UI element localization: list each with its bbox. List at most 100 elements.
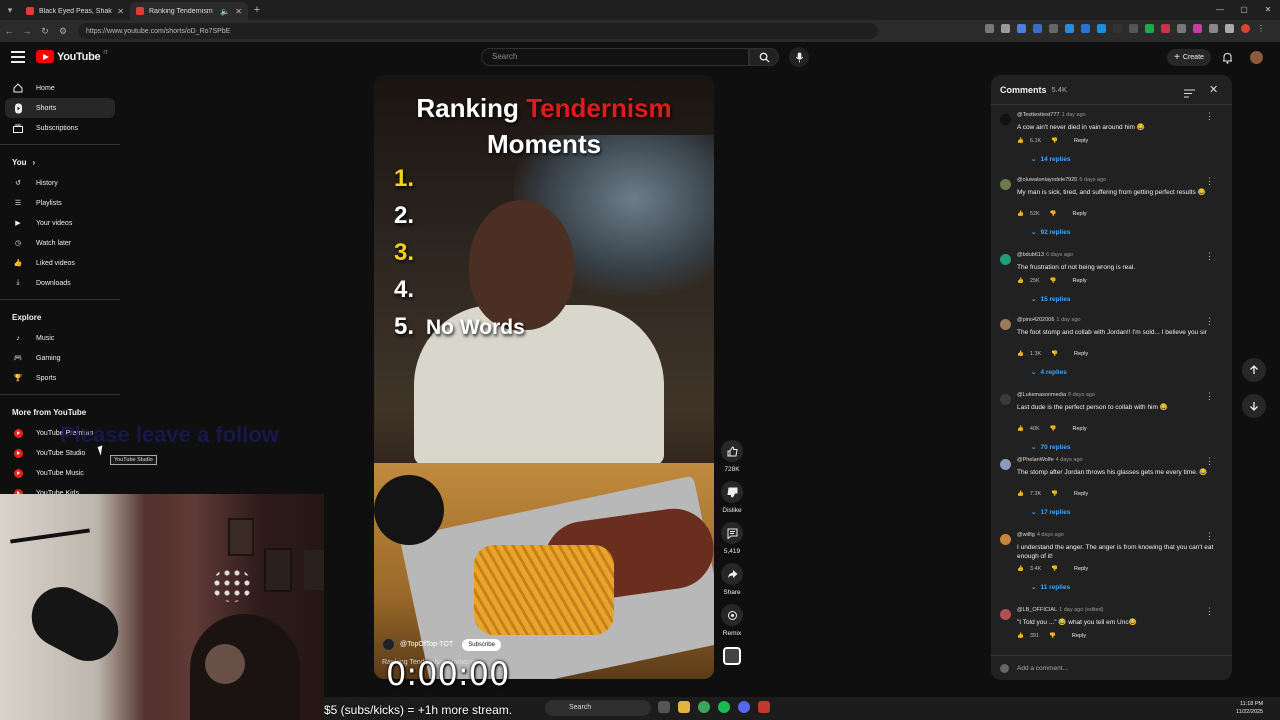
commenter-avatar[interactable] [1000, 534, 1011, 545]
comment-reply-button[interactable]: Reply [1074, 351, 1088, 357]
account-avatar[interactable] [1250, 51, 1263, 64]
sidebar-item-music[interactable]: ♪ Music [0, 328, 120, 348]
extension-icon[interactable] [1017, 24, 1026, 33]
youtube-logo[interactable]: YouTube IT [36, 50, 108, 63]
comment-replies-toggle[interactable]: ⌄ 17 replies [1031, 508, 1070, 516]
voice-search-button[interactable] [789, 47, 809, 67]
channel-avatar[interactable] [382, 638, 395, 651]
extension-icon[interactable] [1065, 24, 1074, 33]
create-button[interactable]: + Create [1167, 49, 1211, 66]
comment-dislike-icon[interactable]: 👎 [1049, 633, 1056, 639]
comment-like-icon[interactable]: 👍 [1017, 426, 1024, 432]
comment-replies-toggle[interactable]: ⌄ 70 replies [1031, 443, 1070, 451]
comment-author[interactable]: @PhelanWolfe [1017, 457, 1054, 463]
sidebar-item-youtube-music[interactable]: YouTube Music [0, 463, 120, 483]
maximize-icon[interactable]: ▢ [1232, 0, 1256, 20]
extension-icon[interactable] [1097, 24, 1106, 33]
cast-icon[interactable] [985, 24, 994, 33]
dislike-button[interactable] [721, 481, 743, 503]
puzzle-icon[interactable] [1209, 24, 1218, 33]
tab-mute-icon[interactable]: 🔈 [220, 7, 230, 16]
extension-icon[interactable] [1161, 24, 1170, 33]
comment-like-icon[interactable]: 👍 [1017, 566, 1024, 572]
comment-reply-button[interactable]: Reply [1074, 138, 1088, 144]
comment-dislike-icon[interactable]: 👎 [1051, 351, 1058, 357]
extension-icon[interactable] [1033, 24, 1042, 33]
comment-dislike-icon[interactable]: 👎 [1050, 211, 1057, 217]
comment-like-icon[interactable]: 👍 [1017, 633, 1024, 639]
comment-menu-icon[interactable]: ⋮ [1205, 316, 1214, 327]
file-explorer-icon[interactable] [678, 701, 690, 713]
close-window-icon[interactable]: ✕ [1256, 0, 1280, 20]
site-info-icon[interactable]: ⚙ [54, 26, 72, 37]
taskbar-search[interactable]: Search [545, 700, 651, 716]
sidebar-item-your-videos[interactable]: ▶ Your videos [0, 213, 120, 233]
sound-thumbnail[interactable] [723, 647, 741, 665]
reload-icon[interactable]: ↻ [36, 26, 54, 37]
notifications-button[interactable] [1222, 51, 1233, 69]
comment-like-icon[interactable]: 👍 [1017, 351, 1024, 357]
comment-reply-button[interactable]: Reply [1074, 566, 1088, 572]
extension-icon[interactable] [1081, 24, 1090, 33]
extension-icon[interactable] [1193, 24, 1202, 33]
commenter-avatar[interactable] [1000, 609, 1011, 620]
comment-replies-toggle[interactable]: ⌄ 15 replies [1031, 295, 1070, 303]
extension-icon[interactable] [1145, 24, 1154, 33]
sidebar-item-playlists[interactable]: ☰ Playlists [0, 193, 120, 213]
comment-replies-toggle[interactable]: ⌄ 4 replies [1031, 368, 1067, 376]
search-input[interactable]: Search [481, 48, 749, 66]
commenter-avatar[interactable] [1000, 254, 1011, 265]
comment-reply-button[interactable]: Reply [1072, 633, 1086, 639]
remix-button[interactable] [721, 604, 743, 626]
commenter-avatar[interactable] [1000, 114, 1011, 125]
comment-menu-icon[interactable]: ⋮ [1205, 531, 1214, 542]
extension-icon[interactable] [1129, 24, 1138, 33]
chrome-icon[interactable] [698, 701, 710, 713]
comment-replies-toggle[interactable]: ⌄ 11 replies [1031, 583, 1070, 591]
comment-replies-toggle[interactable]: ⌄ 14 replies [1031, 155, 1070, 163]
sidebar-item-home[interactable]: Home [0, 78, 120, 98]
bookmark-star-icon[interactable] [1001, 24, 1010, 33]
comment-like-icon[interactable]: 👍 [1017, 491, 1024, 497]
sidebar-item-shorts[interactable]: Shorts [5, 98, 115, 118]
menu-hamburger-icon[interactable] [11, 51, 25, 63]
extension-icon[interactable] [1177, 24, 1186, 33]
comment-reply-button[interactable]: Reply [1073, 211, 1087, 217]
comment-menu-icon[interactable]: ⋮ [1205, 606, 1214, 617]
comment-like-icon[interactable]: 👍 [1017, 211, 1024, 217]
sidebar-item-gaming[interactable]: 🎮 Gaming [0, 348, 120, 368]
comment-dislike-icon[interactable]: 👎 [1050, 278, 1057, 284]
sidebar-section-you[interactable]: You › [0, 151, 120, 173]
comment-dislike-icon[interactable]: 👎 [1051, 491, 1058, 497]
comment-author[interactable]: @Lukemasonmedia [1017, 392, 1066, 398]
extension-icon[interactable] [1113, 24, 1122, 33]
close-comments-icon[interactable]: ✕ [1209, 83, 1218, 96]
sidebar-item-sports[interactable]: 🏆 Sports [0, 368, 120, 388]
taskbar-clock[interactable]: 11:18 PM 11/22/2025 [1236, 700, 1263, 716]
comment-author[interactable]: @wilfig [1017, 532, 1035, 538]
share-button[interactable] [721, 563, 743, 585]
subscribe-button[interactable]: Subscribe [462, 638, 501, 651]
browser-tab[interactable]: Black Eyed Peas, Shakira - GIRL ✕ [20, 2, 130, 20]
back-icon[interactable]: ← [0, 26, 18, 36]
sort-comments-button[interactable] [1184, 85, 1195, 103]
task-view-icon[interactable] [658, 701, 670, 713]
app-icon[interactable] [758, 701, 770, 713]
comment-author[interactable]: @LB_OFFICIAL [1017, 607, 1057, 613]
commenter-avatar[interactable] [1000, 319, 1011, 330]
commenter-avatar[interactable] [1000, 179, 1011, 190]
sidebar-item-history[interactable]: ↺ History [0, 173, 120, 193]
sidebar-item-watch-later[interactable]: ◷ Watch later [0, 233, 120, 253]
tab-close-icon[interactable]: ✕ [117, 7, 124, 16]
comment-menu-icon[interactable]: ⋮ [1205, 251, 1214, 262]
extension-icon[interactable] [1049, 24, 1058, 33]
channel-name[interactable]: @TopOfTop-TOT [400, 641, 453, 648]
menu-kebab-icon[interactable]: ⋮ [1257, 24, 1266, 33]
add-comment-input[interactable]: Add a comment... [1017, 665, 1068, 672]
comment-reply-button[interactable]: Reply [1074, 491, 1088, 497]
comment-reply-button[interactable]: Reply [1073, 278, 1087, 284]
address-bar[interactable]: https://www.youtube.com/shorts/oD_Ro7SPb… [78, 23, 878, 39]
shorts-video-player[interactable]: Ranking Tendernism Moments 1. 2. 3. 4. 5… [374, 75, 714, 679]
comment-menu-icon[interactable]: ⋮ [1205, 111, 1214, 122]
sidebar-item-subscriptions[interactable]: Subscriptions [0, 118, 120, 138]
